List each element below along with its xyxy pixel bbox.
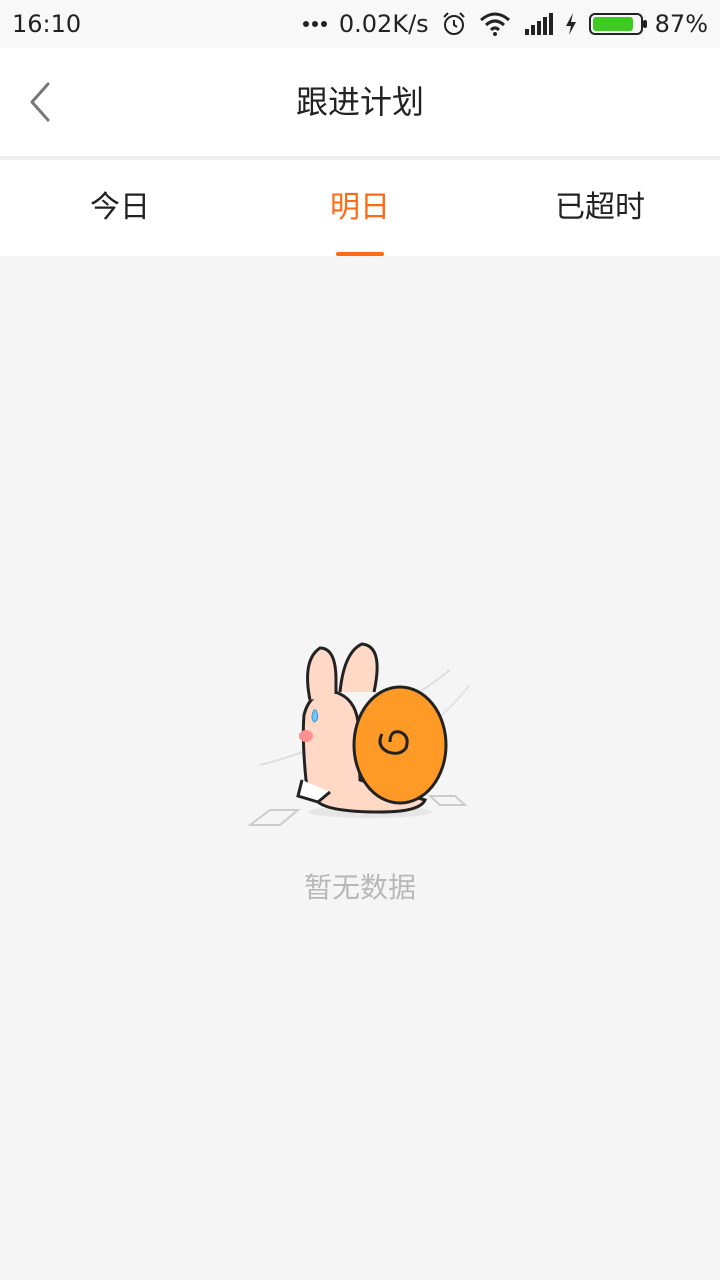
- battery-icon: [588, 13, 647, 35]
- network-speed: 0.02K/s: [338, 10, 429, 38]
- tab-bar: 今日 明日 已超时: [0, 160, 720, 256]
- tab-tomorrow[interactable]: 明日: [240, 160, 480, 256]
- snail-rabbit-illustration: [240, 630, 480, 840]
- empty-state-message: 暂无数据: [303, 871, 416, 904]
- page-title: 跟进计划: [295, 83, 424, 121]
- tab-label: 明日: [330, 190, 390, 225]
- more-dots-icon: [302, 20, 327, 28]
- app-bar: 跟进计划: [0, 48, 720, 156]
- status-icons: 0.02K/s 87%: [302, 10, 708, 38]
- tab-overdue[interactable]: 已超时: [480, 160, 720, 256]
- signal-icon: [523, 13, 553, 35]
- tab-active-indicator: [336, 252, 384, 256]
- battery-fill: [592, 17, 633, 31]
- tab-label: 今日: [90, 190, 150, 225]
- alarm-icon: [441, 11, 467, 37]
- battery-percent: 87%: [654, 10, 708, 38]
- back-button[interactable]: [16, 76, 64, 128]
- chevron-left-icon: [30, 82, 50, 122]
- charging-icon: [565, 13, 577, 35]
- tab-label: 已超时: [555, 190, 645, 225]
- status-bar: 16:10 0.02K/s 87%: [0, 0, 720, 48]
- tab-today[interactable]: 今日: [0, 160, 240, 256]
- wifi-icon: [479, 12, 511, 36]
- status-time: 16:10: [12, 10, 82, 38]
